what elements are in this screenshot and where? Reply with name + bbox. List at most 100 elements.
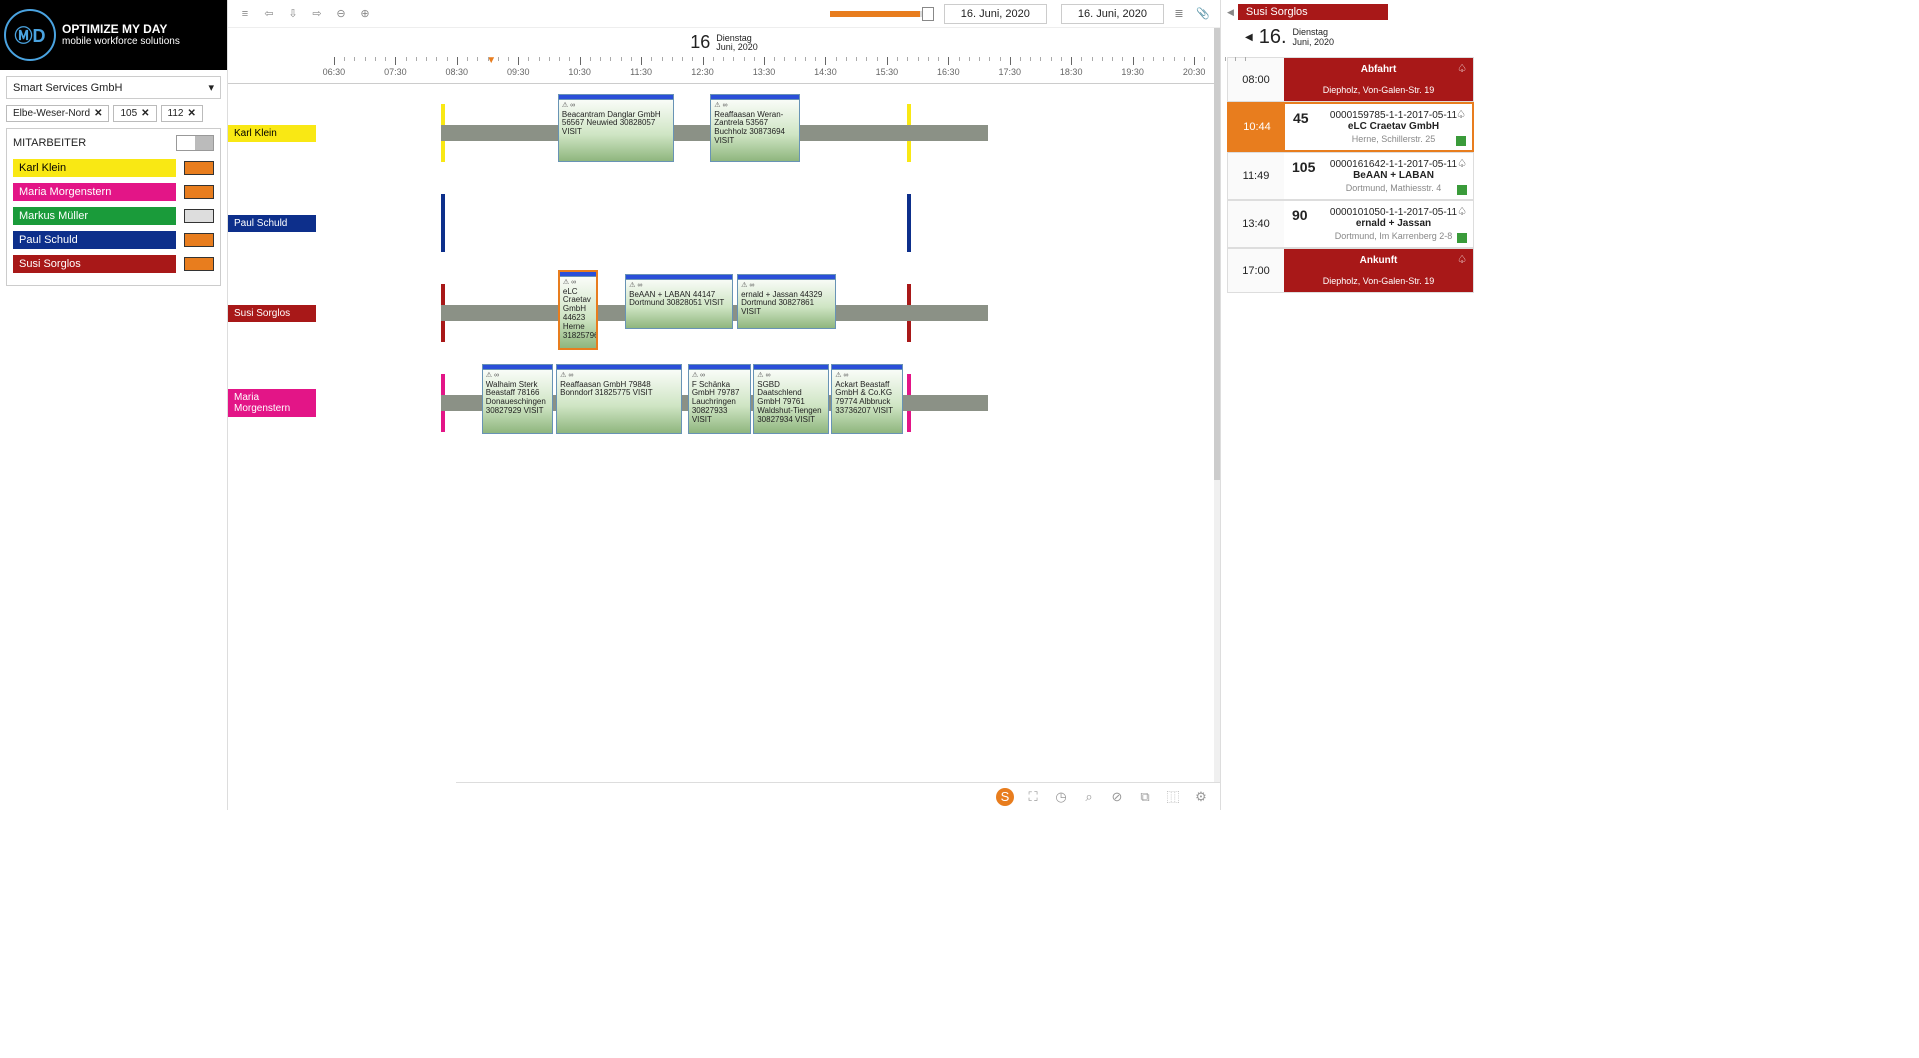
employee-indicator <box>184 257 214 271</box>
bell-icon[interactable]: ♤ <box>1457 62 1467 75</box>
bell-icon[interactable]: ♤ <box>1457 157 1467 170</box>
employee-chip[interactable]: Susi Sorglos <box>13 255 176 273</box>
schedule-card[interactable]: ♤450000159785-1-1-2017-05-11eLC Craetav … <box>1285 104 1472 150</box>
date-from[interactable]: 16. Juni, 2020 <box>944 4 1047 24</box>
filter-chip[interactable]: 112✕ <box>161 105 203 122</box>
map-icon[interactable]: ⛶ <box>1024 788 1042 806</box>
zoom-in-icon[interactable]: ⊕ <box>356 5 374 23</box>
task-card[interactable]: ⚠ ∞F Schänka GmbH 79787 Lauchringen 3082… <box>688 364 751 434</box>
date-to[interactable]: 16. Juni, 2020 <box>1061 4 1164 24</box>
employee-indicator <box>184 209 214 223</box>
gear-icon[interactable]: ⚙ <box>1192 788 1210 806</box>
row-track[interactable]: ⚠ ∞eLC Craetav GmbH 44623 Herne 31825796… <box>316 268 1212 358</box>
employee-row[interactable]: Susi Sorglos <box>13 255 214 273</box>
schedule-card[interactable]: ♤900000101050-1-1-2017-05-11ernald + Jas… <box>1284 201 1473 247</box>
row-label[interactable]: Susi Sorglos <box>228 305 316 322</box>
route-icon[interactable]: S <box>996 788 1014 806</box>
filter-chip[interactable]: 105✕ <box>113 105 156 122</box>
down-icon[interactable]: ⇩ <box>284 5 302 23</box>
chevron-down-icon: ▾ <box>208 81 214 94</box>
schedule-card[interactable]: ♤AbfahrtDiepholz, Von-Galen-Str. 19 <box>1284 58 1473 101</box>
copy-icon[interactable]: ⧉ <box>1136 788 1154 806</box>
task-card[interactable]: ⚠ ∞BeAAN + LABAN 44147 Dortmund 30828051… <box>625 274 733 329</box>
stats-icon[interactable]: ⿲ <box>1164 788 1182 806</box>
next-icon[interactable]: ⇨ <box>308 5 326 23</box>
schedule-item[interactable]: 08:00♤AbfahrtDiepholz, Von-Galen-Str. 19 <box>1227 57 1474 102</box>
tick-label: 15:30 <box>876 67 899 77</box>
task-card[interactable]: ⚠ ∞SGBD Daatschlend GmbH 79761 Waldshut-… <box>753 364 829 434</box>
row-label[interactable]: Karl Klein <box>228 125 316 142</box>
search-icon[interactable]: ⌕ <box>1080 788 1098 806</box>
schedule-item[interactable]: 10:44♤450000159785-1-1-2017-05-11eLC Cra… <box>1227 102 1474 152</box>
tick-label: 17:30 <box>998 67 1021 77</box>
schedule-item[interactable]: 13:40♤900000101050-1-1-2017-05-11ernald … <box>1227 200 1474 248</box>
task-card[interactable]: ⚠ ∞Reaffaasan GmbH 79848 Bonndorf 318257… <box>556 364 681 434</box>
task-card[interactable]: ⚠ ∞Ackart Beastaff GmbH & Co.KG 79774 Al… <box>831 364 903 434</box>
row-track[interactable]: ⚠ ∞Beacantram Danglar GmbH 56567 Neuwied… <box>316 88 1212 178</box>
logo-title: OPTIMIZE MY DAY <box>62 23 180 36</box>
task-card[interactable]: ⚠ ∞Reaffaasan Weran-Zantrela 53567 Buchh… <box>710 94 800 162</box>
task-card[interactable]: ⚠ ∞Beacantram Danglar GmbH 56567 Neuwied… <box>558 94 674 162</box>
employee-row[interactable]: Paul Schuld <box>13 231 214 249</box>
logo-icon: ⓂD <box>4 9 56 61</box>
schedule-card[interactable]: ♤AnkunftDiepholz, Von-Galen-Str. 19 <box>1284 249 1473 292</box>
mitarbeiter-panel: MITARBEITER Karl Klein Maria Morgenstern M… <box>6 128 221 286</box>
employee-chip[interactable]: Markus Müller <box>13 207 176 225</box>
logo: ⓂD OPTIMIZE MY DAY mobile workforce solu… <box>0 0 227 70</box>
row-track[interactable] <box>316 178 1212 268</box>
bell-icon[interactable]: ♤ <box>1457 205 1467 218</box>
view-toggle[interactable] <box>176 135 214 151</box>
bell-icon[interactable]: ♤ <box>1456 108 1466 121</box>
task-card[interactable]: ⚠ ∞Walhaim Sterk Beastaff 78166 Donauesc… <box>482 364 554 434</box>
zoom-slider[interactable] <box>830 11 930 17</box>
employee-row[interactable]: Maria Morgenstern <box>13 183 214 201</box>
row-label[interactable]: Maria Morgenstern <box>228 389 316 417</box>
attachment-icon[interactable]: 📎 <box>1194 5 1212 23</box>
tick-label: 10:30 <box>568 67 591 77</box>
selected-employee-badge[interactable]: Susi Sorglos <box>1238 4 1388 20</box>
employee-indicator <box>184 185 214 199</box>
close-icon[interactable]: ✕ <box>94 108 102 119</box>
prev-icon[interactable]: ⇦ <box>260 5 278 23</box>
schedule-card[interactable]: ♤1050000161642-1-1-2017-05-11BeAAN + LAB… <box>1284 153 1473 199</box>
schedule-time: 11:49 <box>1228 153 1284 199</box>
mitarbeiter-label: MITARBEITER <box>13 137 86 149</box>
filter-chip[interactable]: Elbe-Weser-Nord✕ <box>6 105 109 122</box>
task-card[interactable]: ⚠ ∞ernald + Jassan 44329 Dortmund 308278… <box>737 274 836 329</box>
app-root: ⓂD OPTIMIZE MY DAY mobile workforce solu… <box>0 0 1480 810</box>
task-card-selected[interactable]: ⚠ ∞eLC Craetav GmbH 44623 Herne 31825796 <box>558 270 598 350</box>
tick-label: 08:30 <box>446 67 469 77</box>
menu-icon[interactable]: ≣ <box>1170 5 1188 23</box>
caret-left-icon[interactable]: ◀ <box>1227 7 1234 18</box>
scrollbar[interactable] <box>1214 28 1220 782</box>
block-icon[interactable]: ⊘ <box>1108 788 1126 806</box>
row-track[interactable]: ⚠ ∞Walhaim Sterk Beastaff 78166 Donauesc… <box>316 358 1212 448</box>
zoom-out-icon[interactable]: ⊖ <box>332 5 350 23</box>
caret-left-icon[interactable]: ◀ <box>1245 32 1253 43</box>
sidebar: ⓂD OPTIMIZE MY DAY mobile workforce solu… <box>0 0 228 810</box>
employee-row[interactable]: Karl Klein <box>13 159 214 177</box>
employee-chip[interactable]: Maria Morgenstern <box>13 183 176 201</box>
row-label[interactable]: Paul Schuld <box>228 215 316 232</box>
status-square <box>1457 233 1467 243</box>
tick-label: 07:30 <box>384 67 407 77</box>
timeline-header: 16 DienstagJuni, 2020 ▼ 06:3007:3008:300… <box>228 28 1220 84</box>
schedule-item[interactable]: 11:49♤1050000161642-1-1-2017-05-11BeAAN … <box>1227 152 1474 200</box>
tick-label: 11:30 <box>630 67 652 77</box>
schedule-time: 10:44 <box>1229 104 1285 150</box>
bell-icon[interactable]: ♤ <box>1457 253 1467 266</box>
close-icon[interactable]: ✕ <box>187 108 195 119</box>
schedule-item[interactable]: 17:00♤AnkunftDiepholz, Von-Galen-Str. 19 <box>1227 248 1474 293</box>
right-date: ◀ 16. DienstagJuni, 2020 <box>1245 26 1474 49</box>
employee-chip[interactable]: Paul Schuld <box>13 231 176 249</box>
main: ≡ ⇦ ⇩ ⇨ ⊖ ⊕ 16. Juni, 2020 16. Juni, 202… <box>228 0 1220 810</box>
employee-row[interactable]: Markus Müller <box>13 207 214 225</box>
status-square <box>1457 185 1467 195</box>
close-icon[interactable]: ✕ <box>141 108 149 119</box>
company-select[interactable]: Smart Services GmbH ▾ <box>6 76 221 99</box>
employee-chip[interactable]: Karl Klein <box>13 159 176 177</box>
clock-icon[interactable]: ◷ <box>1052 788 1070 806</box>
end-line <box>907 194 911 252</box>
list-icon[interactable]: ≡ <box>236 5 254 23</box>
schedule-time: 17:00 <box>1228 249 1284 292</box>
